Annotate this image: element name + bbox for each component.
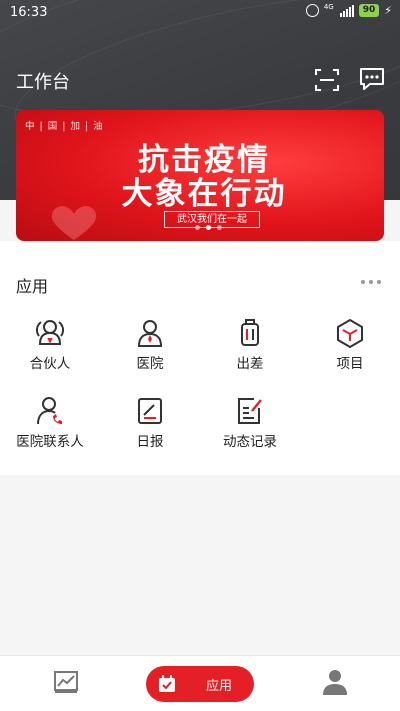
promo-banner[interactable]: 中 | 国 | 加 | 油 抗击疫情 大象在行动 武汉我们在一起 bbox=[16, 110, 384, 241]
app-label: 医院 bbox=[136, 356, 164, 372]
apps-panel: 应用 合伙人 医院 出差 项目 医院联系人 日报 动态记录 bbox=[0, 241, 400, 475]
record-edit-icon bbox=[238, 398, 262, 424]
luggage-icon bbox=[241, 319, 259, 346]
chat-icon[interactable] bbox=[358, 66, 386, 92]
banner-pagination bbox=[16, 225, 384, 230]
daily-report-icon bbox=[138, 398, 162, 424]
pagination-dot[interactable] bbox=[194, 225, 200, 230]
app-hospital-contacts[interactable]: 医院联系人 bbox=[0, 396, 100, 450]
app-business-trip[interactable]: 出差 bbox=[200, 318, 300, 372]
battery-icon: 90 bbox=[358, 4, 380, 17]
banner-tag: 中 | 国 | 加 | 油 bbox=[25, 121, 104, 132]
app-project[interactable]: 项目 bbox=[300, 318, 400, 372]
doctor-icon bbox=[137, 320, 163, 347]
app-label: 出差 bbox=[236, 356, 264, 372]
section-title: 应用 bbox=[16, 277, 49, 296]
network-type: 4G bbox=[323, 3, 334, 11]
app-label: 日报 bbox=[136, 434, 164, 450]
pagination-dot[interactable] bbox=[216, 225, 222, 230]
app-activity-log[interactable]: 动态记录 bbox=[200, 396, 300, 450]
contact-phone-icon bbox=[37, 397, 62, 425]
app-hospital[interactable]: 医院 bbox=[100, 318, 200, 372]
partner-icon bbox=[35, 320, 65, 345]
app-daily-report[interactable]: 日报 bbox=[100, 396, 200, 450]
bottom-nav: 应用 bbox=[0, 655, 400, 711]
alarm-icon bbox=[305, 4, 319, 17]
status-bar: 16:33 4G 90 ⚡ bbox=[0, 0, 400, 26]
chart-icon[interactable] bbox=[53, 670, 79, 694]
signal-icon bbox=[339, 4, 354, 17]
app-partner[interactable]: 合伙人 bbox=[0, 318, 100, 372]
tab-apps-label: 应用 bbox=[206, 679, 233, 694]
banner-title-line2: 大象在行动 bbox=[121, 176, 287, 212]
app-label: 项目 bbox=[336, 356, 364, 372]
cube-icon bbox=[337, 319, 363, 348]
scan-icon[interactable] bbox=[314, 68, 340, 92]
status-time: 16:33 bbox=[10, 5, 48, 20]
calendar-check-icon bbox=[159, 675, 175, 692]
profile-icon[interactable] bbox=[321, 668, 349, 696]
charging-icon: ⚡ bbox=[384, 4, 392, 17]
tab-apps[interactable]: 应用 bbox=[146, 666, 254, 702]
page-title: 工作台 bbox=[16, 72, 70, 93]
more-icon[interactable] bbox=[361, 280, 381, 284]
app-label: 动态记录 bbox=[223, 434, 277, 450]
pagination-dot-active[interactable] bbox=[205, 225, 211, 230]
app-label: 合伙人 bbox=[29, 356, 71, 372]
app-label: 医院联系人 bbox=[16, 434, 84, 450]
